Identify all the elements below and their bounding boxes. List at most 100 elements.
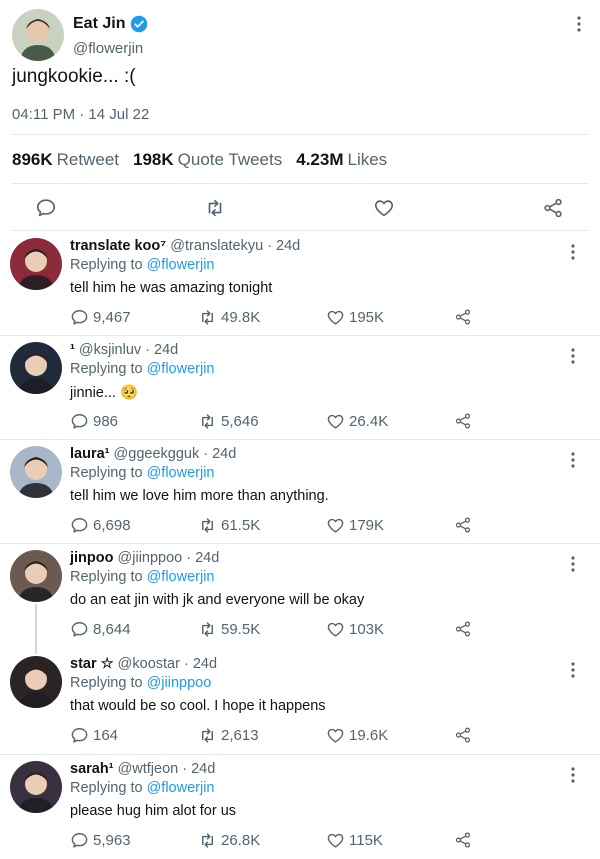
retweets-stat[interactable]: 896K Retweet [12,150,119,170]
share-button[interactable] [454,514,472,536]
replying-to-handle[interactable]: @flowerjin [147,465,215,481]
reply-button[interactable]: 6,698 [70,514,131,536]
reply-author-handle[interactable]: @jiinppoo · 24d [118,550,220,566]
reply-text: tell him we love him more than anything. [70,488,329,504]
reply-icon [70,516,89,535]
like-icon [326,412,345,431]
more-options-icon[interactable] [565,244,581,260]
more-options-icon[interactable] [565,348,581,364]
retweet-icon [198,516,217,535]
reply-text: jinnie... 🥺 [70,385,139,401]
retweet-count: 61.5K [221,516,261,534]
avatar[interactable] [10,238,62,290]
share-icon [454,726,472,744]
reply-button[interactable]: 9,467 [70,306,131,328]
author-name[interactable]: Eat Jin [73,15,125,33]
avatar-image [10,761,62,813]
avatar-image [10,656,62,708]
retweet-icon [198,620,217,639]
reply-tweet[interactable]: ¹ @ksjinluv · 24d Replying to @flowerjin… [0,336,600,440]
retweet-button[interactable]: 5,646 [198,410,259,432]
reply-tweet[interactable]: sarah¹ @wtfjeon · 24d Replying to @flowe… [0,755,600,859]
reply-icon[interactable] [34,196,58,220]
reply-count: 9,467 [93,308,131,326]
reply-count: 164 [93,726,119,744]
quotes-stat[interactable]: 198K Quote Tweets [133,150,282,170]
avatar[interactable] [12,9,64,61]
retweet-button[interactable]: 2,613 [198,724,259,746]
retweet-icon[interactable] [203,196,227,220]
reply-author-name[interactable]: laura¹ [70,446,110,462]
reply-author-name[interactable]: ¹ [70,342,75,358]
likes-stat[interactable]: 4.23M Likes [296,150,387,170]
reply-button[interactable]: 164 [70,724,118,746]
replying-to-label: Replying to [70,465,143,481]
like-button[interactable]: 179K [326,514,384,536]
avatar-image [10,550,62,602]
avatar[interactable] [10,550,62,602]
reply-button[interactable]: 5,963 [70,829,131,851]
more-options-icon[interactable] [571,16,587,32]
avatar[interactable] [10,761,62,813]
retweet-button[interactable]: 49.8K [198,306,260,328]
reply-icon [70,412,89,431]
reply-tweet[interactable]: translate koo⁷ @translatekyu · 24d Reply… [0,232,600,336]
like-button[interactable]: 115K [326,829,383,851]
share-button[interactable] [454,724,472,746]
reply-author-handle[interactable]: @ggeekgguk · 24d [114,446,237,462]
like-button[interactable]: 19.6K [326,724,388,746]
replying-to-handle[interactable]: @jiinppoo [147,675,212,691]
share-button[interactable] [454,618,472,640]
reply-author-name[interactable]: star ☆ [70,656,114,672]
author-handle[interactable]: @flowerjin [73,40,143,57]
more-options-icon[interactable] [565,556,581,572]
replying-to-label: Replying to [70,569,143,585]
more-options-icon[interactable] [565,452,581,468]
avatar[interactable] [10,656,62,708]
reply-text: that would be so cool. I hope it happens [70,698,326,714]
like-button[interactable]: 103K [326,618,384,640]
reply-tweet[interactable]: jinpoo @jiinppoo · 24d Replying to @flow… [0,544,600,648]
reply-tweet[interactable]: star ☆ @koostar · 24d Replying to @jiinp… [0,650,600,754]
retweet-button[interactable]: 59.5K [198,618,260,640]
reply-tweet[interactable]: laura¹ @ggeekgguk · 24d Replying to @flo… [0,440,600,544]
reply-author-handle[interactable]: @wtfjeon · 24d [118,761,216,777]
replying-to-handle[interactable]: @flowerjin [147,569,215,585]
replying-to-handle[interactable]: @flowerjin [147,361,215,377]
avatar[interactable] [10,342,62,394]
replying-to-handle[interactable]: @flowerjin [147,257,215,273]
like-button[interactable]: 26.4K [326,410,388,432]
share-button[interactable] [454,306,472,328]
retweet-button[interactable]: 26.8K [198,829,260,851]
like-button[interactable]: 195K [326,306,384,328]
retweet-button[interactable]: 61.5K [198,514,260,536]
like-count: 103K [349,620,385,638]
share-icon[interactable] [541,196,565,220]
reply-button[interactable]: 986 [70,410,118,432]
reply-button[interactable]: 8,644 [70,618,131,640]
tweet-timestamp[interactable]: 04:11 PM · 14 Jul 22 [12,106,149,123]
like-count: 26.4K [349,412,389,430]
replying-to: Replying to @flowerjin [70,257,214,273]
reply-author-handle[interactable]: @ksjinluv · 24d [79,342,178,358]
reply-text: please hug him alot for us [70,803,237,819]
share-button[interactable] [454,829,472,851]
avatar[interactable] [10,446,62,498]
reply-author-handle[interactable]: @koostar · 24d [118,656,217,672]
reply-author-handle[interactable]: @translatekyu · 24d [170,238,300,254]
reply-author-name[interactable]: translate koo⁷ [70,238,166,254]
author-name-row[interactable]: Eat Jin [73,15,148,33]
reply-author-name[interactable]: sarah¹ [70,761,114,777]
reply-author-name[interactable]: jinpoo [70,550,114,566]
retweet-count: 5,646 [221,412,259,430]
more-options-icon[interactable] [565,767,581,783]
replying-to: Replying to @flowerjin [70,361,214,377]
reply-icon [70,726,89,745]
share-button[interactable] [454,410,472,432]
replying-to-handle[interactable]: @flowerjin [147,780,215,796]
like-icon[interactable] [372,196,396,220]
verified-badge-icon [130,15,148,33]
replying-to: Replying to @flowerjin [70,780,214,796]
like-icon [326,831,345,850]
more-options-icon[interactable] [565,662,581,678]
